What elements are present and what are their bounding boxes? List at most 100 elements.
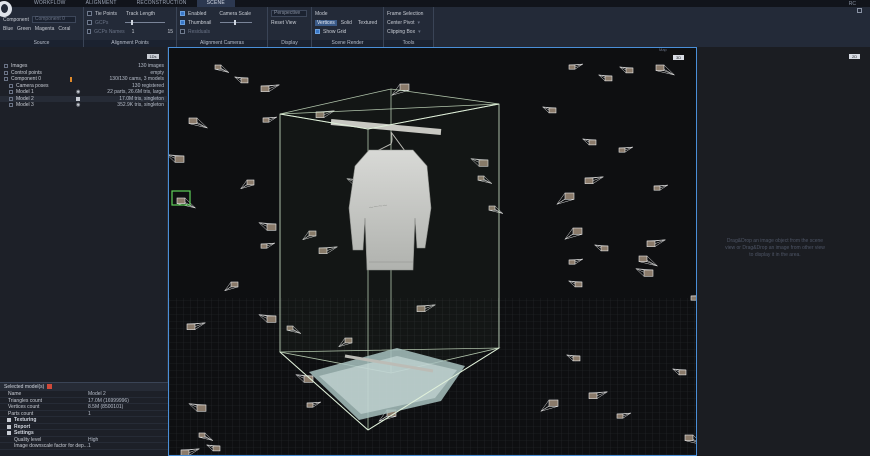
tab-workflow[interactable]: WORKFLOW	[24, 0, 76, 7]
gcp-names-checkbox[interactable]	[87, 29, 92, 34]
ribbon-filler	[434, 7, 870, 47]
project-tree-panel: 1Ds Images 130 images Control points emp…	[0, 47, 168, 382]
property-row: Image downscale factor for dep... 1	[0, 443, 168, 450]
camera-frustum	[568, 258, 583, 265]
selected-model-marker	[76, 96, 80, 101]
camera-frustum	[582, 138, 597, 146]
color-blue-button[interactable]: Blue	[3, 26, 13, 32]
show-grid-checkbox[interactable]	[315, 29, 320, 34]
expand-icon[interactable]	[4, 64, 8, 68]
properties-title: Selected model(s)	[4, 384, 45, 390]
group-scene-render: Mode Vertices Solid Textured Show Grid S…	[312, 7, 384, 47]
camera-frustum	[556, 192, 575, 205]
center-pivot-button[interactable]: Center Pivot	[387, 20, 415, 26]
camera-frustum	[568, 63, 583, 70]
camera-frustum	[619, 66, 634, 74]
gcps-checkbox[interactable]	[87, 20, 92, 25]
camera-frustum	[234, 76, 249, 84]
app-tab-bar: WORKFLOW ALIGNMENT RECONSTRUCTION SCENE …	[0, 0, 870, 7]
enabled-checkbox[interactable]	[180, 11, 185, 16]
corner-label: RC	[848, 0, 856, 7]
camera-frustum	[224, 281, 239, 291]
group-display: Perspective Reset View Display	[268, 7, 312, 47]
camera-frustum	[258, 222, 277, 231]
gcp-names-label: GCPs Names	[94, 28, 125, 35]
color-green-button[interactable]: Green	[17, 26, 31, 32]
visibility-eye-icon[interactable]: ◉	[76, 102, 80, 109]
slider-knob[interactable]	[131, 20, 134, 25]
chevron-down-icon[interactable]: ▾	[418, 20, 421, 26]
map-tag[interactable]: Map	[659, 48, 667, 52]
section-toggle-icon[interactable]	[7, 431, 11, 435]
tab-scene[interactable]: SCENE	[196, 0, 235, 7]
tree-header-button[interactable]: 1Ds	[147, 54, 159, 59]
camera-frustum	[584, 176, 604, 184]
component-select[interactable]: Component 0	[31, 16, 76, 23]
scene-3d-viewport[interactable]: ~~~~ 3D Map	[168, 47, 697, 456]
mode-textured-button[interactable]: Textured	[356, 20, 379, 26]
mode-solid-button[interactable]: Solid	[339, 20, 354, 26]
tab-alignment[interactable]: ALIGNMENT	[76, 0, 127, 7]
component-label: Component	[3, 16, 29, 23]
camera-frustum	[653, 184, 668, 191]
camera-frustum	[646, 239, 666, 247]
view-mode-3d-tag[interactable]: 3D	[673, 55, 685, 60]
chevron-down-icon[interactable]: ▾	[418, 29, 421, 35]
camera-scale-slider[interactable]	[220, 20, 253, 25]
camera-frustum	[564, 227, 583, 240]
group-title-alignment-cameras: Alignment Cameras	[177, 40, 267, 47]
slider-knob[interactable]	[234, 20, 237, 25]
camera-frustum	[598, 74, 613, 82]
property-name: Image downscale factor for dep...	[14, 443, 88, 449]
camera-frustum	[638, 255, 658, 267]
property-value[interactable]: 1	[88, 443, 91, 450]
expand-icon[interactable]	[9, 90, 13, 94]
expand-icon[interactable]	[9, 103, 13, 107]
expand-icon[interactable]	[9, 96, 13, 101]
group-alignment-cameras: Enabled Camera Scale Thumbnail Residuals…	[177, 7, 268, 47]
mode-vertices-button[interactable]: Vertices	[315, 19, 337, 26]
camera-frustum	[618, 146, 633, 153]
ribbon-collapse-icon[interactable]	[857, 8, 862, 13]
expand-icon[interactable]	[9, 83, 13, 88]
app-window: WORKFLOW ALIGNMENT RECONSTRUCTION SCENE …	[0, 0, 870, 456]
color-coral-button[interactable]: Coral	[58, 26, 70, 32]
drop-hint: Drag&Drop an image object from the scene…	[725, 238, 825, 258]
tree-value: 352.9K tris, singleton	[117, 102, 164, 108]
selected-model-properties: Selected model(s) Name Model 2 Triangles …	[0, 382, 168, 456]
group-alignment-points: Tie Points Track Length GCPs GCPs Names …	[84, 7, 177, 47]
tree-row-model-3[interactable]: Model 3 ◉ 352.9K tris, singleton	[0, 102, 168, 109]
section-toggle-icon[interactable]	[7, 418, 11, 422]
enabled-label: Enabled	[188, 10, 207, 17]
show-grid-label: Show Grid	[323, 28, 347, 35]
tab-reconstruction[interactable]: RECONSTRUCTION	[127, 0, 197, 7]
gcps-label: GCPs	[95, 19, 109, 26]
thumbnail-checkbox[interactable]	[180, 20, 185, 25]
color-magenta-button[interactable]: Magenta	[35, 26, 54, 32]
camera-frustum	[169, 154, 185, 163]
reset-view-button[interactable]: Reset View	[271, 20, 296, 26]
camera-frustum	[594, 244, 609, 252]
camera-frustum	[655, 64, 675, 76]
frame-selection-button[interactable]: Frame Selection	[387, 11, 423, 17]
view-mode-2d-tag[interactable]: 2D	[849, 54, 861, 59]
scene-canvas[interactable]: ~~~~	[169, 48, 697, 456]
tie-points-checkbox[interactable]	[87, 11, 92, 16]
camera-frustum	[262, 116, 277, 123]
section-toggle-icon[interactable]	[7, 424, 11, 429]
image-2d-panel[interactable]: 2D Drag&Drop an image object from the sc…	[697, 47, 870, 456]
camera-frustum	[568, 280, 583, 288]
camera-frustum	[176, 197, 196, 209]
group-title-display: Display	[268, 40, 311, 47]
mode-label: Mode	[315, 10, 328, 17]
group-title-source: Source	[0, 40, 83, 47]
close-icon[interactable]	[47, 384, 53, 390]
collapse-icon[interactable]	[4, 77, 8, 81]
tree-label: Model 3	[16, 102, 34, 108]
expand-icon[interactable]	[4, 70, 8, 75]
clipping-box-button[interactable]: Clipping Box	[387, 29, 415, 35]
track-length-slider[interactable]	[125, 20, 166, 25]
residuals-checkbox[interactable]	[180, 29, 185, 34]
group-title-alignment-points: Alignment Points	[84, 40, 176, 47]
projection-select[interactable]: Perspective	[271, 10, 307, 17]
